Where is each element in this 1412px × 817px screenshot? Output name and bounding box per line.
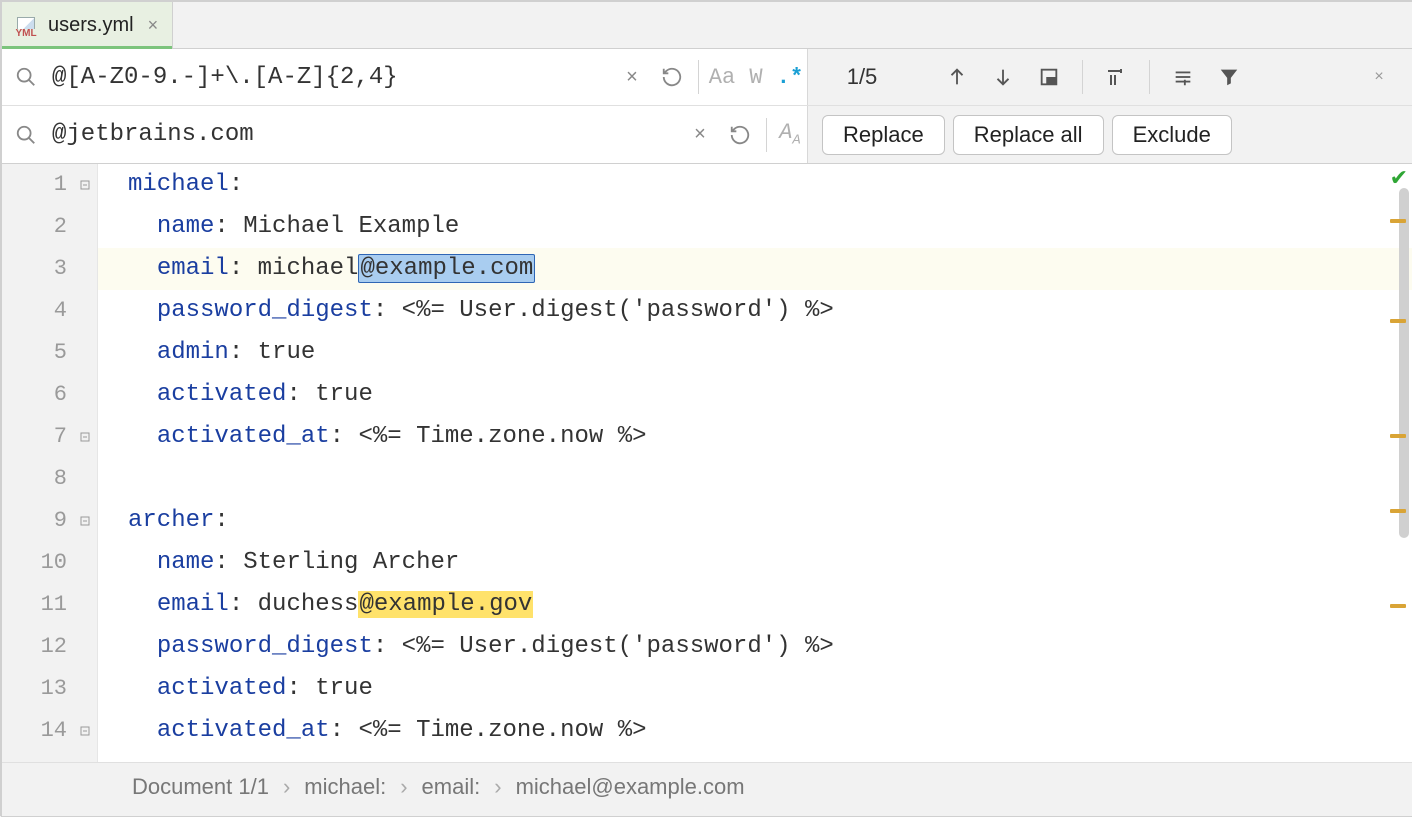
chevron-right-icon: ›	[494, 774, 501, 800]
line-number: 5	[2, 332, 67, 374]
filetype-icon: YML	[12, 11, 40, 39]
code-area[interactable]: michael: name: Michael Example email: mi…	[98, 164, 1412, 762]
file-tab[interactable]: YML users.yml ×	[2, 2, 173, 48]
fold-icon[interactable]	[79, 179, 91, 191]
code-line[interactable]: activated: true	[98, 374, 1412, 416]
find-replace-panel: × Aa W .* 1/5	[2, 49, 1412, 164]
exclude-button[interactable]: Exclude	[1112, 115, 1232, 155]
editor[interactable]: 1234567891011121314 michael: name: Micha…	[2, 164, 1412, 762]
line-number: 1	[2, 164, 67, 206]
code-line[interactable]: admin: true	[98, 332, 1412, 374]
breadcrumb-item[interactable]: michael@example.com	[516, 774, 745, 800]
line-number: 12	[2, 626, 67, 668]
code-line[interactable]: password_digest: <%= User.digest('passwo…	[98, 290, 1412, 332]
clear-find-icon[interactable]: ×	[612, 57, 652, 97]
line-number: 2	[2, 206, 67, 248]
preserve-case-toggle[interactable]: AA	[773, 120, 807, 148]
breadcrumb-item[interactable]: email:	[422, 774, 481, 800]
tab-bar: YML users.yml ×	[2, 2, 1412, 49]
line-number: 13	[2, 668, 67, 710]
chevron-right-icon: ›	[400, 774, 407, 800]
regex-toggle[interactable]: .*	[773, 65, 807, 90]
code-line[interactable]: activated_at: <%= Time.zone.now %>	[98, 416, 1412, 458]
breadcrumb-item[interactable]: Document 1/1	[132, 774, 269, 800]
replace-button[interactable]: Replace	[822, 115, 945, 155]
breadcrumb-item[interactable]: michael:	[304, 774, 386, 800]
find-marker[interactable]	[1390, 319, 1406, 323]
line-number: 3	[2, 248, 67, 290]
next-match-icon[interactable]	[984, 58, 1022, 96]
line-number: 8	[2, 458, 67, 500]
line-number: 11	[2, 584, 67, 626]
find-marker[interactable]	[1390, 604, 1406, 608]
code-line[interactable]: activated: true	[98, 668, 1412, 710]
find-marker[interactable]	[1390, 219, 1406, 223]
fold-icon[interactable]	[79, 515, 91, 527]
select-all-icon[interactable]	[1030, 58, 1068, 96]
search-match: @example.com	[358, 254, 535, 283]
match-counter: 1/5	[822, 64, 902, 90]
line-number: 10	[2, 542, 67, 584]
tab-close-icon[interactable]: ×	[148, 15, 159, 36]
replace-history-icon[interactable]	[720, 115, 760, 155]
filter-icon[interactable]	[1210, 58, 1248, 96]
new-window-icon[interactable]	[1097, 58, 1135, 96]
code-line[interactable]	[98, 458, 1412, 500]
fold-icon[interactable]	[79, 431, 91, 443]
replace-input[interactable]	[50, 120, 680, 149]
find-marker[interactable]	[1390, 434, 1406, 438]
scrollbar-thumb[interactable]	[1399, 188, 1409, 538]
code-line[interactable]: name: Michael Example	[98, 206, 1412, 248]
line-number: 9	[2, 500, 67, 542]
code-line[interactable]: michael:	[98, 164, 1412, 206]
line-number: 4	[2, 290, 67, 332]
line-number: 7	[2, 416, 67, 458]
marker-strip: ✔	[1386, 164, 1412, 762]
clear-replace-icon[interactable]: ×	[680, 115, 720, 155]
find-input[interactable]	[50, 63, 612, 92]
line-number: 6	[2, 374, 67, 416]
replace-icon	[2, 124, 50, 146]
code-line[interactable]: archer:	[98, 500, 1412, 542]
code-line[interactable]: email: michael@example.com	[98, 248, 1412, 290]
prev-match-icon[interactable]	[938, 58, 976, 96]
gutter: 1234567891011121314	[2, 164, 98, 762]
close-panel-icon[interactable]: ×	[1360, 58, 1398, 96]
find-marker[interactable]	[1390, 509, 1406, 513]
code-line[interactable]: name: Sterling Archer	[98, 542, 1412, 584]
fold-icon[interactable]	[79, 725, 91, 737]
replace-all-button[interactable]: Replace all	[953, 115, 1104, 155]
code-line[interactable]: activated_at: <%= Time.zone.now %>	[98, 710, 1412, 752]
code-line[interactable]: email: duchess@example.gov	[98, 584, 1412, 626]
chevron-right-icon: ›	[283, 774, 290, 800]
find-history-icon[interactable]	[652, 57, 692, 97]
search-icon	[2, 66, 50, 88]
tab-filename: users.yml	[48, 14, 134, 37]
match-case-toggle[interactable]: Aa	[705, 65, 739, 90]
line-number: 14	[2, 710, 67, 752]
settings-icon[interactable]	[1164, 58, 1202, 96]
breadcrumb: Document 1/1 › michael: › email: › michael@exa…	[2, 762, 1412, 810]
code-line[interactable]: password_digest: <%= User.digest('passwo…	[98, 626, 1412, 668]
whole-word-toggle[interactable]: W	[739, 65, 773, 90]
search-match: @example.gov	[358, 591, 533, 618]
